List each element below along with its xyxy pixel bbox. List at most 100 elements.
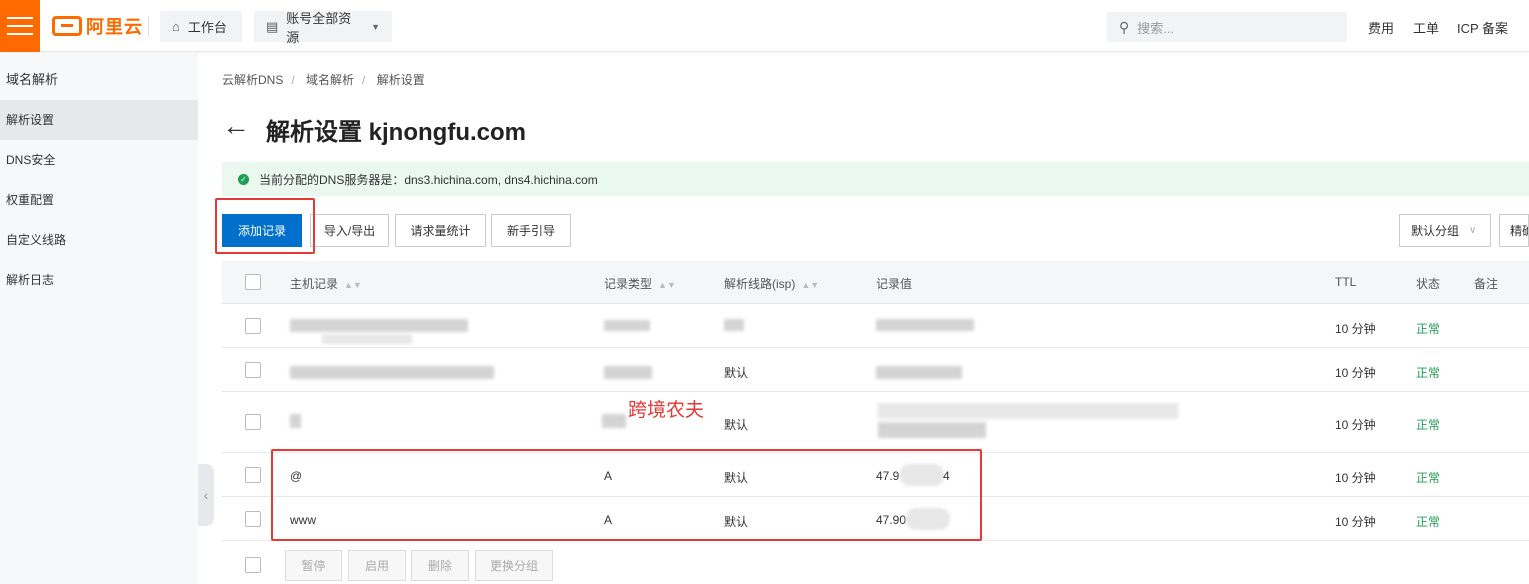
import-export-label: 导入/导出 [323,224,376,238]
annotation-box-add-record [215,198,315,254]
redacted-type [604,366,652,379]
resources-label: 账号全部资源 [286,10,352,45]
aliyun-logo-icon [52,16,82,36]
ttl-cell: 10 分钟 [1335,515,1376,529]
aliyun-logo[interactable]: 阿里云 [52,14,143,38]
tickets-link[interactable]: 工单 [1413,18,1439,37]
check-circle-icon: ✓ [238,173,249,185]
status-cell: 正常 [1416,322,1441,336]
top-navigation-bar: 阿里云 ⌂ 工作台 ▤ 账号全部资源 ▼ ⚲ 搜索... 费用 工单 ICP 备… [0,0,1529,52]
header-type-label: 记录类型 [604,277,653,291]
list-icon: ▤ [266,18,279,34]
sidebar: 域名解析 解析设置 DNS安全 权重配置 自定义线路 解析日志 [0,53,198,584]
redacted-host [290,319,468,332]
breadcrumb-item[interactable]: 域名解析 [306,73,354,87]
sort-icon: ▲▼ [801,280,820,290]
dns-server-notice: ✓ 当前分配的DNS服务器是：dns3.hichina.com, dns4.hi… [222,162,1529,196]
breadcrumb-separator: / [362,73,366,87]
breadcrumb-item[interactable]: 云解析DNS [222,73,283,87]
breadcrumb: 云解析DNS / 域名解析 / 解析设置 [222,71,433,88]
line-cell: 默认 [724,418,749,432]
beginner-guide-label: 新手引导 [506,224,555,238]
sidebar-item-dns-settings[interactable]: 解析设置 [0,100,198,140]
status-cell: 正常 [1416,366,1441,380]
select-all-checkbox[interactable] [245,274,261,290]
ttl-cell: 10 分钟 [1335,418,1376,432]
precise-search-label: 精确 [1510,224,1528,238]
redacted-type [604,320,650,331]
table-row[interactable]: 10 分钟 正常 [222,304,1529,348]
table-row[interactable]: 默认 10 分钟 正常 [222,348,1529,392]
breadcrumb-item-current: 解析设置 [376,73,425,87]
redacted-host [290,366,494,379]
billing-link[interactable]: 费用 [1368,18,1394,37]
menu-line [7,17,33,19]
row-checkbox[interactable] [245,362,261,378]
chevron-down-icon: ▼ [371,21,380,32]
status-cell: 正常 [1416,471,1441,485]
sidebar-item-custom-lines[interactable]: 自定义线路 [0,220,198,260]
breadcrumb-separator: / [291,73,295,87]
footer-select-all-checkbox[interactable] [245,557,261,573]
group-select[interactable]: 默认分组 ∨ [1399,214,1491,247]
home-icon: ⌂ [172,19,180,34]
enable-button[interactable]: 启用 [348,550,406,581]
sort-icon: ▲▼ [658,280,676,290]
row-checkbox[interactable] [245,414,261,430]
sort-icon: ▲▼ [344,280,362,290]
sidebar-item-dns-logs[interactable]: 解析日志 [0,260,198,300]
chevron-down-icon: ∨ [1469,225,1477,236]
global-search-input[interactable]: ⚲ 搜索... [1107,12,1347,42]
table-header: 主机记录 ▲▼ 记录类型 ▲▼ 解析线路(isp) ▲▼ 记录值 TTL 状态 备注 [222,261,1529,304]
import-export-button[interactable]: 导入/导出 [310,214,389,247]
row-checkbox[interactable] [245,511,261,527]
divider [148,16,149,36]
annotation-box-records [271,449,982,541]
header-host[interactable]: 主机记录 ▲▼ [290,275,362,292]
group-select-value: 默认分组 [1411,224,1460,238]
row-checkbox[interactable] [245,467,261,483]
line-cell: 默认 [724,366,749,380]
sidebar-collapse-handle[interactable]: ‹ [198,464,214,526]
logo-text: 阿里云 [86,17,143,37]
redacted-host [290,414,301,428]
sidebar-item-weight-config[interactable]: 权重配置 [0,180,198,220]
icp-link[interactable]: ICP 备案 [1457,18,1508,37]
header-type[interactable]: 记录类型 ▲▼ [604,275,676,292]
resources-dropdown[interactable]: ▤ 账号全部资源 ▼ [254,11,392,45]
menu-line [7,33,33,35]
ttl-cell: 10 分钟 [1335,366,1376,380]
table-row[interactable]: 默认 10 分钟 正常 [222,392,1529,453]
pause-button[interactable]: 暂停 [285,550,342,581]
header-line-label: 解析线路(isp) [724,277,796,291]
sidebar-title: 域名解析 [6,72,59,87]
pause-label: 暂停 [301,559,326,573]
header-host-label: 主机记录 [290,277,339,291]
hamburger-menu-button[interactable] [0,0,40,52]
row-checkbox[interactable] [245,318,261,334]
header-remark: 备注 [1474,277,1499,291]
notice-text: 当前分配的DNS服务器是：dns3.hichina.com, dns4.hich… [259,172,598,187]
workbench-button[interactable]: ⌂ 工作台 [160,11,242,42]
change-group-label: 更换分组 [489,559,538,573]
header-line[interactable]: 解析线路(isp) ▲▼ [724,275,819,292]
page-title: 解析设置 kjnongfu.com [266,119,526,146]
redacted-host [322,334,412,344]
annotation-watermark-text: 跨境农夫 [628,400,705,421]
redacted-value [876,319,974,331]
request-stats-button[interactable]: 请求量统计 [395,214,486,247]
redacted-type [602,414,626,428]
header-ttl: TTL [1335,275,1357,289]
back-arrow-icon[interactable]: ← [222,110,250,142]
delete-button[interactable]: 删除 [411,550,469,581]
sidebar-item-dns-security[interactable]: DNS安全 [0,140,198,180]
beginner-guide-button[interactable]: 新手引导 [491,214,571,247]
redacted-value [878,403,1178,419]
status-cell: 正常 [1416,515,1441,529]
delete-label: 删除 [427,559,452,573]
change-group-button[interactable]: 更换分组 [475,550,553,581]
search-placeholder: 搜索... [1137,20,1175,36]
precise-search-select[interactable]: 精确 [1499,214,1529,247]
menu-line [7,25,33,27]
header-status: 状态 [1416,277,1441,291]
